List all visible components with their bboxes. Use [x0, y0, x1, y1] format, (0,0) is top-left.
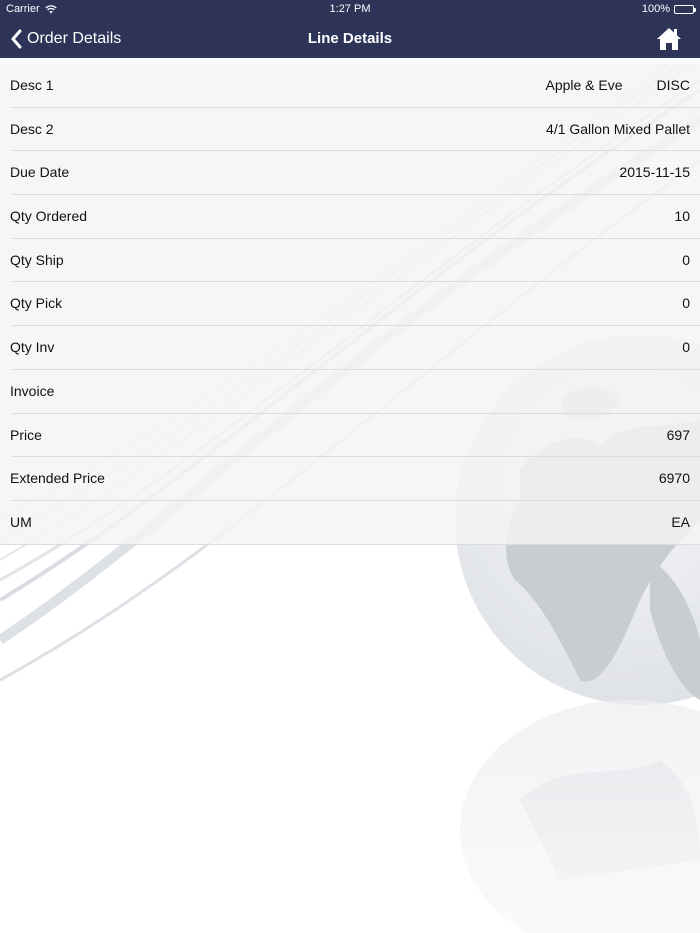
detail-row-extended-price: Extended Price 6970	[0, 457, 700, 501]
row-label: Extended Price	[10, 470, 105, 487]
detail-row-due-date: Due Date 2015-11-15	[0, 151, 700, 196]
detail-row-invoice: Invoice	[0, 369, 700, 414]
detail-row-qty-ship: Qty Ship 0	[0, 238, 700, 283]
detail-row-um: UM EA	[0, 500, 700, 545]
navigation-bar: Order Details Line Details	[0, 20, 700, 58]
detail-row-desc1: Desc 1 Apple & Eve DISC	[0, 64, 700, 108]
row-label: UM	[10, 513, 32, 530]
row-label: Invoice	[10, 382, 55, 399]
detail-row-qty-ordered: Qty Ordered 10	[0, 195, 700, 239]
battery-icon	[674, 4, 696, 14]
detail-row-qty-inv: Qty Inv 0	[0, 326, 700, 370]
chevron-left-icon	[11, 29, 22, 49]
row-label: Desc 1	[10, 77, 54, 93]
status-right: 100%	[641, 3, 696, 15]
detail-row-price: Price 697	[0, 413, 700, 458]
back-button[interactable]: Order Details	[10, 20, 121, 58]
row-label: Qty Pick	[10, 295, 63, 312]
status-bar: Carrier 1:27 PM 100%	[0, 0, 700, 20]
row-label: Due Date	[10, 164, 70, 181]
row-label: Qty Ship	[10, 251, 64, 268]
row-label: Qty Ordered	[10, 208, 88, 225]
row-value-secondary: DISC	[656, 77, 690, 93]
back-button-label: Order Details	[27, 30, 122, 47]
app-header: Carrier 1:27 PM 100% Order Details Line …	[0, 0, 700, 58]
row-value: Apple & Eve DISC	[545, 64, 690, 108]
row-value: 6970	[658, 470, 690, 487]
row-label: Qty Inv	[10, 339, 55, 356]
row-value: 0	[682, 251, 690, 268]
row-value: 4/1 Gallon Mixed Pallet	[546, 120, 690, 137]
line-details-list: Desc 1 Apple & Eve DISC Desc 2 4/1 Gallon…	[0, 64, 700, 545]
row-label: Desc 2	[10, 120, 54, 137]
battery-percent: 100%	[641, 3, 670, 15]
row-value: 0	[682, 339, 690, 356]
row-value: EA	[671, 513, 690, 530]
row-value-primary: Apple & Eve	[545, 77, 623, 93]
row-value: 10	[674, 208, 690, 225]
row-label: Price	[10, 426, 42, 443]
detail-row-qty-pick: Qty Pick 0	[0, 282, 700, 327]
home-icon[interactable]	[656, 26, 682, 52]
detail-row-desc2: Desc 2 4/1 Gallon Mixed Pallet	[0, 107, 700, 152]
row-value: 0	[682, 295, 690, 312]
row-value: 2015-11-15	[619, 164, 690, 181]
status-time: 1:27 PM	[329, 3, 371, 15]
row-value: 697	[666, 426, 690, 443]
